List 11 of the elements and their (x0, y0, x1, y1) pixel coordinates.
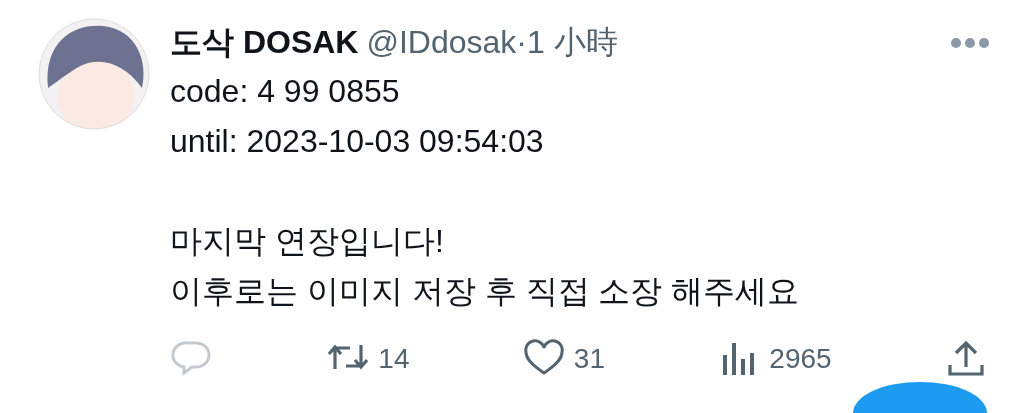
views-button[interactable]: 2965 (717, 338, 832, 380)
separator: · (516, 23, 527, 62)
tweet-text: code: 4 99 0855 (170, 72, 401, 111)
timestamp[interactable]: 1 小時 (527, 18, 618, 66)
display-name[interactable]: 도삭 DOSAK (170, 18, 359, 66)
like-button[interactable]: 31 (521, 338, 605, 380)
tweet-text: until: 2023-10-03 09:54:03 (170, 122, 545, 161)
tweet-text: 마지막 연장입니다! (170, 222, 445, 261)
tweet-text: 이후로는 이미지 저장 후 직접 소장 해주세요 (170, 272, 801, 311)
handle[interactable]: @IDdosak (366, 18, 517, 66)
retweet-button[interactable]: 14 (326, 338, 410, 380)
